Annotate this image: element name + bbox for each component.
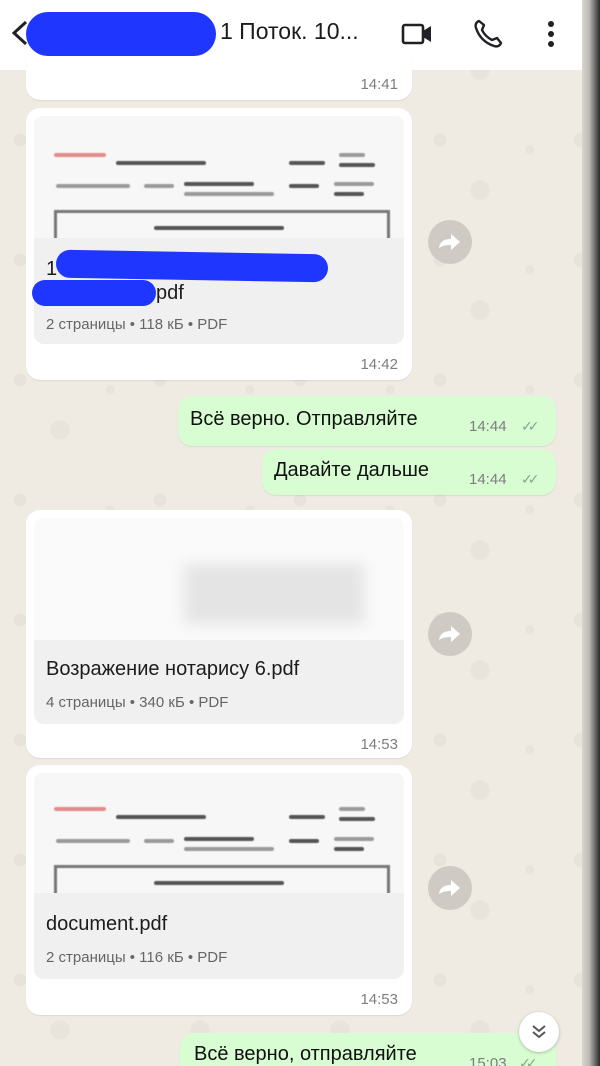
message-bubble-outgoing[interactable]: Давайте дальше 14:44 ✓✓ [262,449,556,495]
video-call-icon[interactable] [400,16,436,52]
document-meta: 4 страницы • 340 кБ • PDF [46,694,229,711]
document-meta: 2 страницы • 118 кБ • PDF [46,316,228,333]
redacted-document-name [55,249,329,283]
forward-icon [439,626,460,642]
read-ticks-icon: ✓✓ [519,1055,538,1066]
message-bubble-outgoing[interactable]: Всё верно. Отправляйте 14:44 ✓✓ [178,396,556,446]
forward-icon [439,880,460,896]
document-meta: 2 страницы • 116 кБ • PDF [46,949,228,966]
document-name: Возражение нотарису 6.pdf [46,658,300,680]
forward-button[interactable] [428,866,472,910]
chat-screen: 1 Поток. 10... 14:41 1 pdf 2 страницы • … [0,0,582,1066]
read-ticks-icon: ✓✓ [521,471,540,487]
message-time: 14:41 [360,76,398,93]
voice-call-icon[interactable] [470,16,506,52]
document-name: pdf [156,282,184,304]
document-message[interactable]: document.pdf 2 страницы • 116 кБ • PDF 1… [26,765,412,1015]
chat-title[interactable]: 1 Поток. 10... [220,18,359,45]
double-chevron-down-icon [532,1025,546,1039]
document-info[interactable]: Возражение нотарису 6.pdf 4 страницы • 3… [34,640,404,724]
document-preview[interactable] [34,116,404,244]
message-time: 14:44 [469,471,507,488]
forward-icon [439,234,460,250]
message-bubble-incoming[interactable]: 14:41 [26,56,412,100]
message-text: Всё верно, отправляйте [194,1043,417,1065]
message-time: 15:03 [469,1055,507,1066]
document-info[interactable]: document.pdf 2 страницы • 116 кБ • PDF [34,893,404,979]
document-message[interactable]: Возражение нотарису 6.pdf 4 страницы • 3… [26,510,412,758]
message-time: 14:42 [360,356,398,373]
device-edge [582,0,600,1066]
message-text: Давайте дальше [274,459,430,481]
message-bubble-outgoing[interactable]: Всё верно, отправляйте 15:03 ✓✓ [180,1033,556,1066]
more-vert-icon[interactable] [533,16,569,52]
forward-button[interactable] [428,220,472,264]
document-preview[interactable] [34,518,404,646]
document-preview[interactable] [34,773,404,899]
forward-button[interactable] [428,612,472,656]
document-name: document.pdf [46,913,168,935]
document-message[interactable]: 1 pdf 2 страницы • 118 кБ • PDF 14:42 [26,108,412,380]
message-time: 14:53 [360,991,398,1008]
scroll-to-bottom-button[interactable] [519,1012,559,1052]
redacted-document-name [32,280,156,306]
message-text: Всё верно. Отправляйте [190,408,418,430]
read-ticks-icon: ✓✓ [521,418,540,434]
redacted-contact-avatar-name [26,12,216,56]
message-time: 14:44 [469,418,507,435]
message-time: 14:53 [360,736,398,753]
